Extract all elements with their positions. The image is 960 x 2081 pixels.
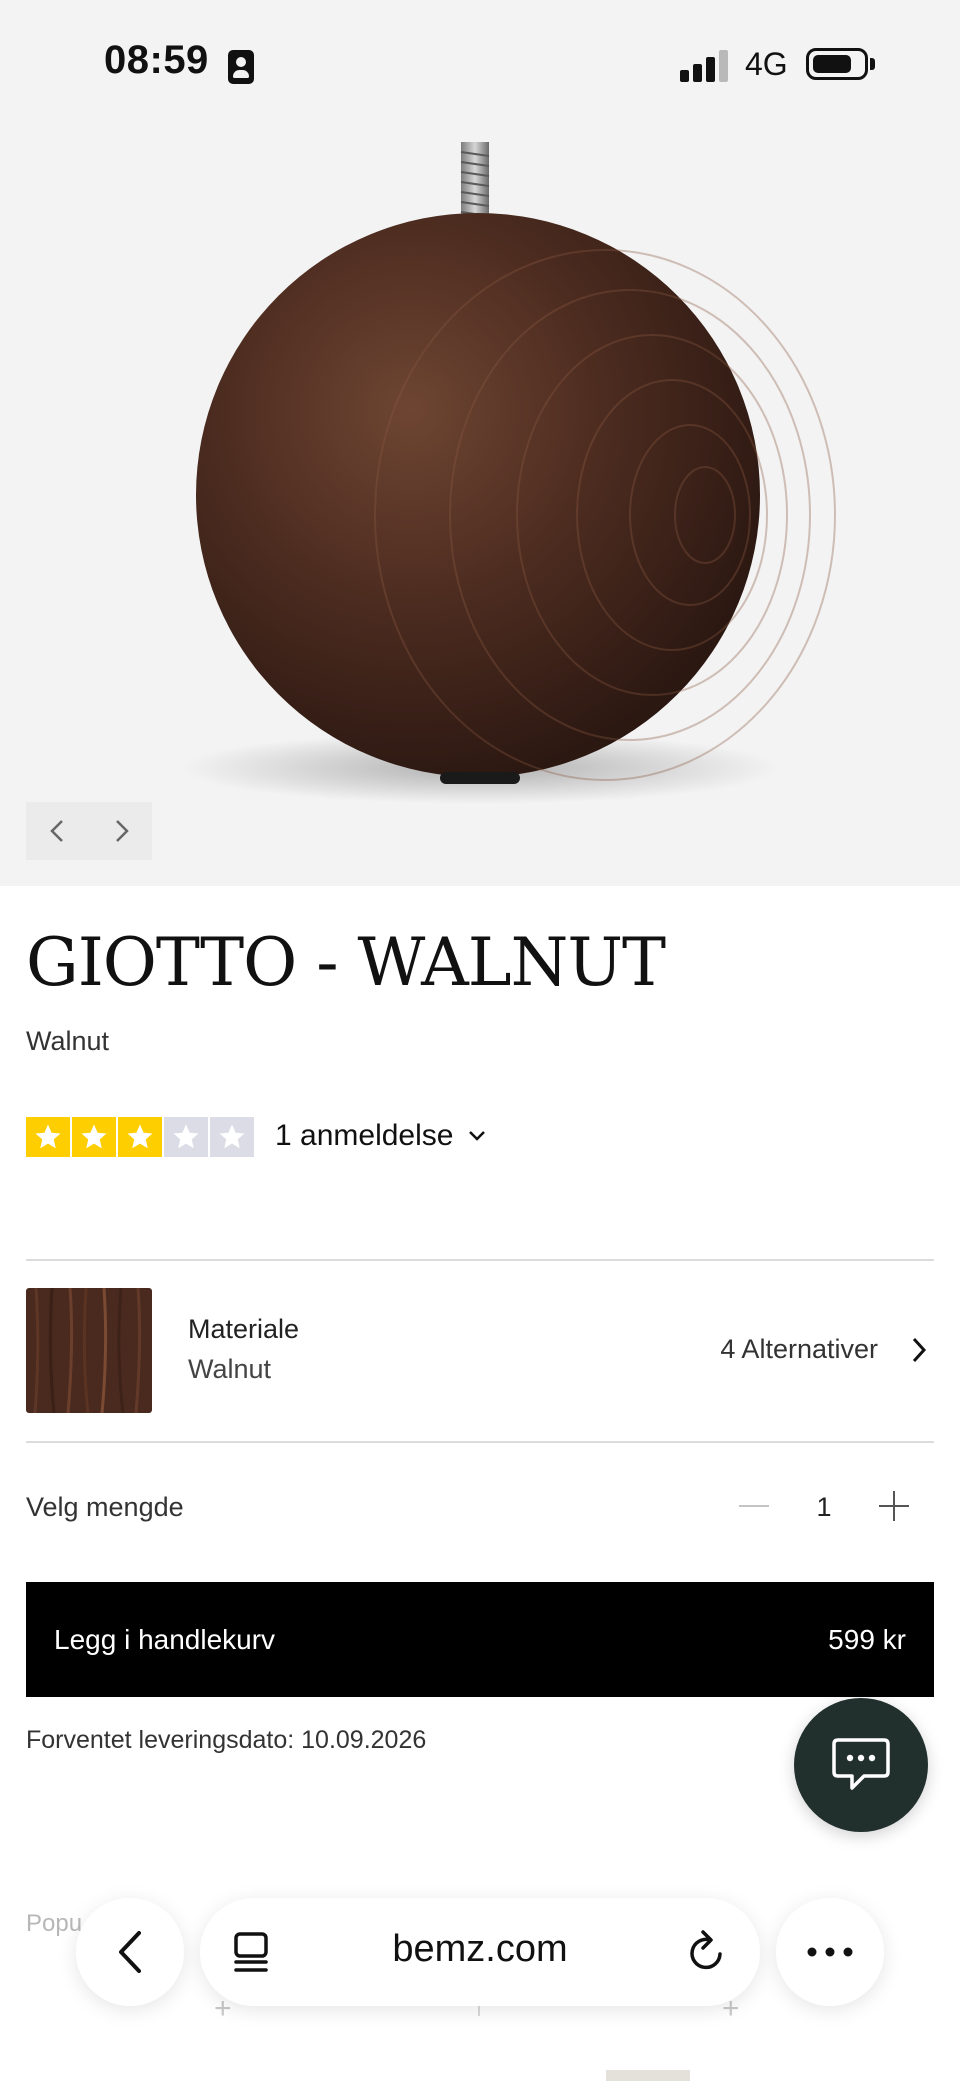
carousel-nav bbox=[26, 802, 152, 860]
id-card-icon bbox=[228, 50, 254, 84]
status-bar: 08:59 4G bbox=[0, 0, 960, 130]
more-dots-icon bbox=[807, 1947, 853, 1957]
chevron-down-icon bbox=[469, 1131, 486, 1141]
chevron-left-icon bbox=[49, 820, 63, 842]
star-icon bbox=[72, 1117, 116, 1157]
browser-back-button[interactable] bbox=[76, 1898, 184, 2006]
divider bbox=[26, 1259, 934, 1261]
chevron-right-icon bbox=[115, 820, 129, 842]
product-subtitle: Walnut bbox=[26, 1026, 110, 1056]
quantity-decrease-button[interactable] bbox=[736, 1488, 772, 1524]
quantity-value: 1 bbox=[816, 1492, 832, 1522]
battery-cap bbox=[870, 58, 875, 70]
carousel-next-button[interactable] bbox=[89, 802, 152, 860]
product-hero: 08:59 4G bbox=[0, 0, 960, 886]
network-type: 4G bbox=[745, 46, 788, 82]
add-to-cart-label: Legg i handlekurv bbox=[54, 1623, 276, 1655]
star-icon bbox=[118, 1117, 162, 1157]
quantity-label: Velg mengde bbox=[26, 1492, 184, 1522]
add-to-cart-button[interactable]: Legg i handlekurv 599 kr bbox=[26, 1582, 934, 1697]
star-icon bbox=[210, 1117, 254, 1157]
rating-stars bbox=[26, 1117, 254, 1157]
material-label: Materiale bbox=[188, 1314, 300, 1344]
divider bbox=[26, 1441, 934, 1443]
address-bar[interactable]: bemz.com bbox=[200, 1898, 760, 2006]
reload-icon[interactable] bbox=[686, 1928, 730, 1974]
star-icon bbox=[164, 1117, 208, 1157]
delivery-date: Forventet leveringsdato: 10.09.2026 bbox=[26, 1726, 427, 1754]
product-title: GIOTTO - WALNUT bbox=[26, 924, 666, 1001]
plus-icon bbox=[879, 1491, 909, 1521]
material-swatch bbox=[26, 1288, 152, 1413]
chat-bubble-icon bbox=[832, 1738, 890, 1790]
chevron-left-icon bbox=[119, 1931, 141, 1973]
reviews-toggle[interactable]: 1 anmeldelse bbox=[275, 1119, 487, 1153]
material-selector[interactable]: Materiale Walnut 4 Alternativer bbox=[26, 1288, 934, 1413]
signal-bars-icon bbox=[680, 50, 730, 82]
battery-icon bbox=[806, 48, 868, 80]
chat-button[interactable] bbox=[794, 1698, 928, 1832]
cart-price: 599 kr bbox=[828, 1623, 906, 1655]
review-count: 1 anmeldelse bbox=[275, 1119, 454, 1152]
carousel-prev-button[interactable] bbox=[26, 802, 89, 860]
star-icon bbox=[26, 1117, 70, 1157]
chevron-right-icon bbox=[912, 1337, 927, 1363]
status-time: 08:59 bbox=[104, 38, 209, 82]
url-text: bemz.com bbox=[392, 1928, 568, 1970]
material-value: Walnut bbox=[188, 1354, 272, 1384]
minus-icon bbox=[739, 1505, 769, 1507]
quantity-increase-button[interactable] bbox=[876, 1488, 912, 1524]
product-thumbnail-partial bbox=[606, 2070, 690, 2081]
section-heading-partial: Popu bbox=[26, 1910, 83, 1937]
more-options-button[interactable] bbox=[776, 1898, 884, 2006]
material-alternatives: 4 Alternativer bbox=[720, 1334, 878, 1364]
product-image[interactable] bbox=[0, 120, 960, 840]
